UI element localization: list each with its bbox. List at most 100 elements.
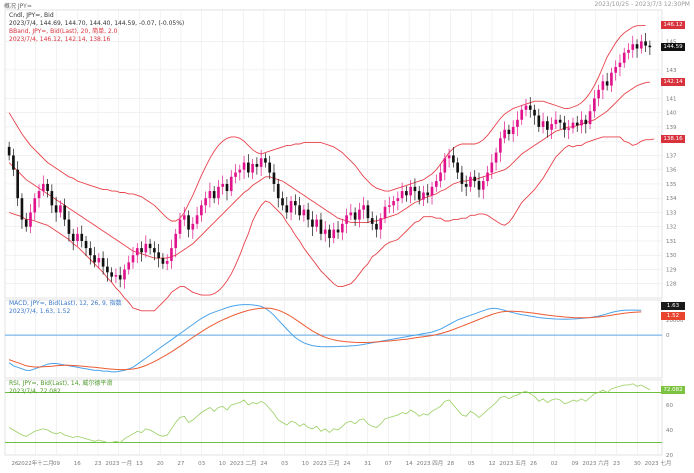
price-legend-line: Cndl, JPY=, Bid xyxy=(9,12,54,19)
candle-body xyxy=(16,169,20,199)
candle-body xyxy=(610,72,613,86)
price-legend-line: 2023/7/4, 144.69, 144.70, 144.40, 144.59… xyxy=(9,20,185,27)
rsi-value-tag: 72.082 xyxy=(661,385,685,394)
candle-body xyxy=(593,98,596,112)
candle-body xyxy=(597,89,600,99)
candle-body xyxy=(289,201,293,213)
candle-body xyxy=(174,233,178,249)
rsi-tick-label: 60 xyxy=(666,403,673,409)
candle-body xyxy=(323,229,327,234)
candle-body xyxy=(110,272,113,277)
candle-body xyxy=(212,191,216,199)
time-tick-label: 20 xyxy=(157,461,164,467)
candle-body xyxy=(328,229,331,239)
candle-body xyxy=(118,275,122,280)
candle-body xyxy=(520,109,524,120)
candle-body xyxy=(464,183,468,187)
candle-body xyxy=(101,258,105,267)
time-tick-label: 24 xyxy=(343,461,350,467)
price-tick-label: 130 xyxy=(666,253,677,259)
candle-body xyxy=(217,186,220,199)
candle-body xyxy=(375,223,378,230)
price-tick-label: 132 xyxy=(666,225,677,231)
candle-body xyxy=(584,119,588,125)
candle-body xyxy=(563,122,566,130)
time-tick-label: 03 xyxy=(198,461,205,467)
price-panel[interactable] xyxy=(7,24,655,312)
candle-body xyxy=(84,240,88,249)
candle-body xyxy=(554,119,558,125)
candle-body xyxy=(558,119,562,123)
candle-body xyxy=(204,198,207,206)
time-tick-label: 27 xyxy=(177,461,184,467)
candle-body xyxy=(430,186,434,196)
candle-body xyxy=(153,248,156,253)
time-tick-label: 23 xyxy=(613,461,620,467)
candle-body xyxy=(336,229,340,233)
time-tick-label: 2023 七月 xyxy=(645,459,672,467)
candle-body xyxy=(182,215,186,220)
macd-value-tag: 1.63 xyxy=(661,302,685,311)
candle-body xyxy=(298,205,301,216)
candle-body xyxy=(618,62,622,68)
candle-body xyxy=(644,41,647,46)
candle-body xyxy=(622,52,626,63)
rsi-tick-label: 40 xyxy=(666,428,673,434)
candle-body xyxy=(12,155,15,170)
candle-body xyxy=(422,192,425,200)
candle-body xyxy=(627,49,630,53)
candle-body xyxy=(88,248,92,256)
candle-body xyxy=(439,172,442,182)
macd-legend-line: 2023/7/4, 1.63, 1.52 xyxy=(9,308,71,315)
candle-body xyxy=(251,163,254,173)
time-tick-label: 24 xyxy=(260,461,267,467)
candle-body xyxy=(238,169,242,173)
candle-body xyxy=(41,183,45,192)
rsi-tick-label: 20 xyxy=(666,453,673,459)
candle-body xyxy=(358,209,361,220)
candle-body xyxy=(208,191,212,199)
candle-body xyxy=(71,233,75,241)
candle-body xyxy=(537,115,541,127)
time-tick-label: 12 xyxy=(489,461,496,467)
candle-body xyxy=(259,158,263,167)
candle-body xyxy=(247,162,250,173)
candle-body xyxy=(575,122,579,126)
candle-body xyxy=(302,209,306,216)
price-legend-line: BBand, JPY=, Bid(Last), 20, 简单, 2.0 xyxy=(9,28,118,35)
price-legend: Cndl, JPY=, Bid 2023/7/4, 144.69, 144.70,… xyxy=(9,12,184,44)
time-tick-label: 13 xyxy=(136,461,143,467)
time-tick-label: 07 xyxy=(385,461,392,467)
candle-body xyxy=(165,260,169,264)
candle-body xyxy=(409,186,412,196)
axis-layer: 26 2022年十二月 09 16 23 2023 一月 13 20 27 03 10 2023 二月… xyxy=(12,39,684,467)
candle-body xyxy=(340,223,344,233)
macd-legend: MACD, JPY=, Bid(Last), 12, 26, 9, 指数 2023… xyxy=(9,300,122,316)
chart-canvas[interactable]: 26 2022年十二月 09 16 23 2023 一月 13 20 27 03 10 2023 二月… xyxy=(0,0,694,473)
candle-body xyxy=(550,124,553,130)
candle-body xyxy=(580,119,583,126)
candle-body xyxy=(546,121,549,130)
time-tick-label: 2023 四月 xyxy=(416,460,443,467)
candle-body xyxy=(379,218,383,230)
candle-body xyxy=(383,206,387,219)
time-tick-label: 26 xyxy=(530,461,537,467)
candle-body xyxy=(392,201,395,206)
candle-body xyxy=(195,215,199,224)
candle-body xyxy=(135,248,139,256)
price-tick-label: 133 xyxy=(666,210,677,216)
bband-lower-line xyxy=(8,136,655,312)
candle-body xyxy=(528,105,532,110)
candle-body xyxy=(426,192,430,196)
price-tick-label: 136 xyxy=(666,168,677,174)
candle-body xyxy=(434,181,438,187)
candle-body xyxy=(276,183,280,199)
price-legend-line: 2023/7/4, 146.12, 142.14, 138.16 xyxy=(9,36,111,43)
candle-body xyxy=(37,191,41,199)
candle-body xyxy=(140,248,143,253)
candle-body xyxy=(447,155,451,159)
candle-body xyxy=(33,198,37,213)
candle-body xyxy=(452,155,455,163)
candle-body xyxy=(460,172,464,184)
candle-body xyxy=(123,269,126,280)
